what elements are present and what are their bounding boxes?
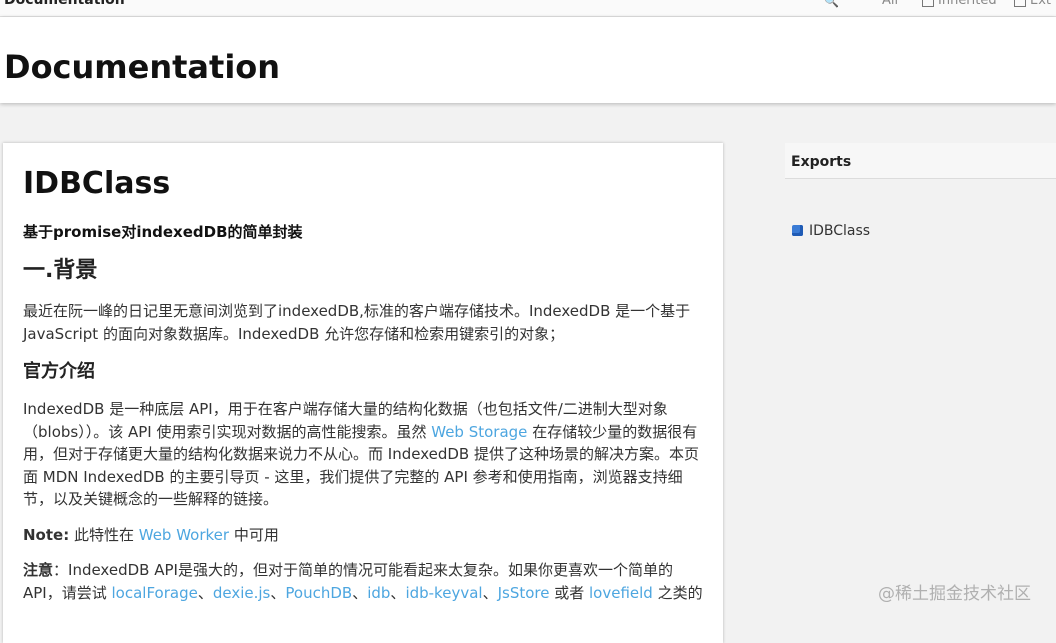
sidebar-item-idbclass[interactable]: IDBClass bbox=[792, 223, 870, 239]
lib-link-idb[interactable]: idb bbox=[367, 584, 390, 602]
web-worker-link[interactable]: Web Worker bbox=[139, 526, 229, 544]
checkbox-icon[interactable] bbox=[922, 0, 934, 7]
exports-heading: Exports bbox=[785, 143, 1056, 179]
filter-inherited[interactable]: Inherited bbox=[922, 0, 997, 8]
note-text-2: 中可用 bbox=[229, 525, 279, 544]
lib-link-pouchdb[interactable]: PouchDB bbox=[285, 584, 352, 602]
web-storage-link[interactable]: Web Storage bbox=[431, 423, 527, 441]
lib-link-idb-keyval[interactable]: idb-keyval bbox=[405, 584, 482, 602]
class-description: 基于promise对indexedDB的简单封装 bbox=[23, 223, 303, 241]
watermark: @稀土掘金技术社区 bbox=[878, 584, 1031, 604]
note-paragraph: Note: 此特性在 Web Worker 中可用 bbox=[23, 524, 703, 547]
note-text-1: 此特性在 bbox=[69, 525, 139, 544]
filter-inherited-label: Inherited bbox=[938, 0, 997, 8]
section-heading-background: 一.背景 bbox=[23, 258, 98, 283]
paragraph-background: 最近在阮一峰的日记里无意间浏览到了indexedDB,标准的客户端存储技术。In… bbox=[23, 302, 691, 343]
page-header: Documentation bbox=[0, 17, 1056, 103]
filter-all[interactable]: All bbox=[882, 0, 898, 8]
checkbox-icon[interactable] bbox=[1014, 0, 1026, 7]
separator: 、 bbox=[482, 583, 498, 602]
separator: 、 bbox=[197, 583, 213, 602]
lib-link-lovefield[interactable]: lovefield bbox=[589, 584, 653, 602]
site-title-link[interactable]: Documentation bbox=[4, 0, 125, 8]
subheading-official-intro: 官方介绍 bbox=[23, 361, 95, 382]
caution-tail: 之类的 bbox=[652, 583, 703, 602]
caution-label: 注意 bbox=[23, 561, 54, 579]
note-label: Note: bbox=[23, 525, 70, 544]
class-title: IDBClass bbox=[23, 166, 171, 201]
or-text: 或者 bbox=[549, 583, 590, 602]
sidebar-item-label: IDBClass bbox=[809, 223, 871, 239]
class-cube-icon bbox=[792, 225, 803, 236]
separator: 、 bbox=[352, 583, 368, 602]
page-title: Documentation bbox=[4, 48, 281, 86]
top-bar: Documentation 🔍 All Inherited Ext bbox=[0, 0, 1056, 17]
filter-external[interactable]: Ext bbox=[1014, 0, 1051, 8]
filter-external-label: Ext bbox=[1030, 0, 1052, 8]
lib-link-dexie[interactable]: dexie.js bbox=[213, 584, 271, 602]
lib-link-localforage[interactable]: localForage bbox=[112, 584, 198, 602]
lib-link-jsstore[interactable]: JsStore bbox=[498, 584, 550, 602]
exports-sidebar: Exports IDBClass bbox=[785, 143, 1056, 619]
separator: 、 bbox=[270, 583, 286, 602]
separator: 、 bbox=[390, 583, 406, 602]
paragraph-official-intro: IndexedDB 是一种底层 API，用于在客户端存储大量的结构化数据（也包括… bbox=[23, 398, 703, 511]
content-panel: IDBClass 基于promise对indexedDB的简单封装 一.背景 最… bbox=[3, 143, 723, 643]
search-icon[interactable]: 🔍 bbox=[824, 0, 839, 8]
caution-paragraph: 注意：IndexedDB API是强大的，但对于简单的情况可能看起来太复杂。如果… bbox=[23, 559, 703, 604]
